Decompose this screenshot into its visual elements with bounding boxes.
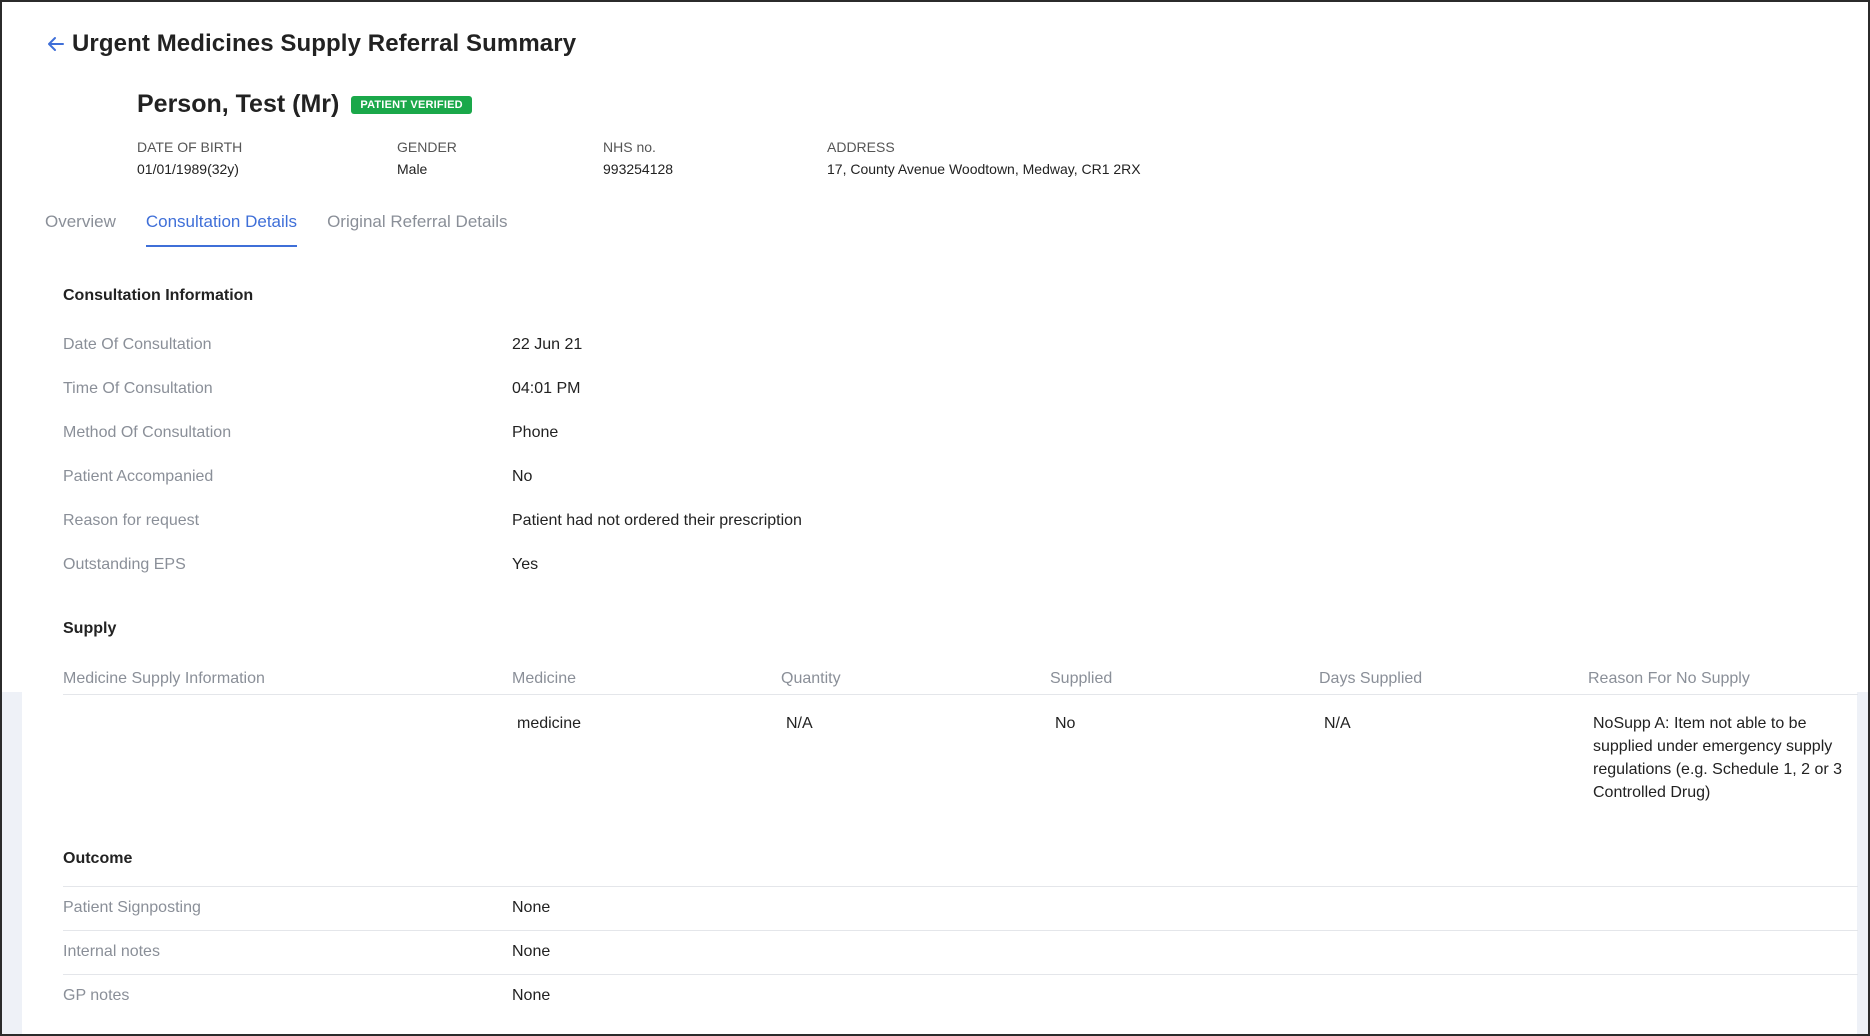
nhs-number-label: NHS no. — [603, 139, 656, 155]
outstanding-eps-label: Outstanding EPS — [63, 556, 186, 573]
consultation-section-title: Consultation Information — [63, 287, 254, 304]
gp-notes-value: None — [512, 987, 551, 1004]
column-header-medicine: Medicine — [512, 670, 577, 687]
reason-for-request-label: Reason for request — [63, 512, 200, 529]
outcome-divider — [63, 930, 1858, 931]
patient-accompanied-label: Patient Accompanied — [63, 468, 214, 485]
tab-original-referral-details[interactable]: Original Referral Details — [327, 208, 507, 248]
time-of-consultation-value: 04:01 PM — [512, 380, 581, 397]
tab-overview[interactable]: Overview — [45, 208, 116, 248]
column-header-days-supplied: Days Supplied — [1319, 670, 1423, 687]
address-value: 17, County Avenue Woodtown, Medway, CR1 … — [827, 161, 1141, 177]
nhs-number-value: 993254128 — [603, 161, 674, 177]
method-of-consultation-value: Phone — [512, 424, 559, 441]
gender-label: GENDER — [397, 139, 457, 155]
date-of-consultation-label: Date Of Consultation — [63, 336, 212, 353]
cell-reason-for-no-supply: NoSupp A: Item not able to be supplied u… — [1593, 715, 1843, 801]
patient-accompanied-value: No — [512, 468, 533, 485]
gender-value: Male — [397, 161, 428, 177]
cell-supplied: No — [1055, 715, 1076, 732]
internal-notes-label: Internal notes — [63, 943, 160, 960]
gp-notes-label: GP notes — [63, 987, 130, 1004]
nhs-number: NHS no. 993254128 — [603, 139, 673, 177]
time-of-consultation-label: Time Of Consultation — [63, 380, 213, 397]
referral-panel: Urgent Medicines Supply Referral Summary… — [22, 2, 1858, 1034]
outcome-divider — [63, 886, 1858, 887]
column-header-supplied: Supplied — [1050, 670, 1113, 687]
column-header-quantity: Quantity — [781, 670, 841, 687]
page-title: Urgent Medicines Supply Referral Summary — [72, 30, 577, 57]
supply-section-title: Supply — [63, 620, 117, 637]
app-window: Urgent Medicines Supply Referral Summary… — [0, 0, 1870, 1036]
date-of-birth: DATE OF BIRTH 01/01/1989(32y) — [137, 139, 242, 177]
patient-verified-badge: PATIENT VERIFIED — [351, 95, 472, 114]
date-of-birth-label: DATE OF BIRTH — [137, 139, 243, 155]
cell-quantity: N/A — [786, 715, 813, 732]
column-header-medicine-supply-information: Medicine Supply Information — [63, 670, 265, 687]
outcome-divider — [63, 974, 1858, 975]
patient-signposting-label: Patient Signposting — [63, 899, 201, 916]
page-header: Urgent Medicines Supply Referral Summary — [46, 30, 576, 58]
cell-days-supplied: N/A — [1324, 715, 1351, 732]
method-of-consultation-label: Method Of Consultation — [63, 424, 232, 441]
outcome-section-title: Outcome — [63, 850, 133, 867]
date-of-birth-value: 01/01/1989(32y) — [137, 161, 239, 177]
tab-bar: Overview Consultation Details Original R… — [45, 208, 538, 248]
table-divider — [63, 694, 1858, 695]
gender: GENDER Male — [397, 139, 457, 177]
reason-for-request-value: Patient had not ordered their prescripti… — [512, 512, 802, 529]
outstanding-eps-value: Yes — [512, 556, 539, 573]
tab-consultation-details[interactable]: Consultation Details — [145, 208, 298, 248]
patient-banner: Person, Test (Mr) PATIENT VERIFIED — [137, 90, 472, 119]
arrow-left-icon[interactable] — [46, 33, 68, 55]
address-label: ADDRESS — [827, 139, 895, 155]
internal-notes-value: None — [512, 943, 551, 960]
column-header-reason-for-no-supply: Reason For No Supply — [1588, 670, 1750, 687]
patient-signposting-value: None — [512, 899, 551, 916]
address: ADDRESS 17, County Avenue Woodtown, Medw… — [827, 139, 1141, 177]
cell-medicine: medicine — [517, 715, 582, 732]
date-of-consultation-value: 22 Jun 21 — [512, 336, 583, 353]
patient-name: Person, Test (Mr) — [137, 90, 340, 118]
